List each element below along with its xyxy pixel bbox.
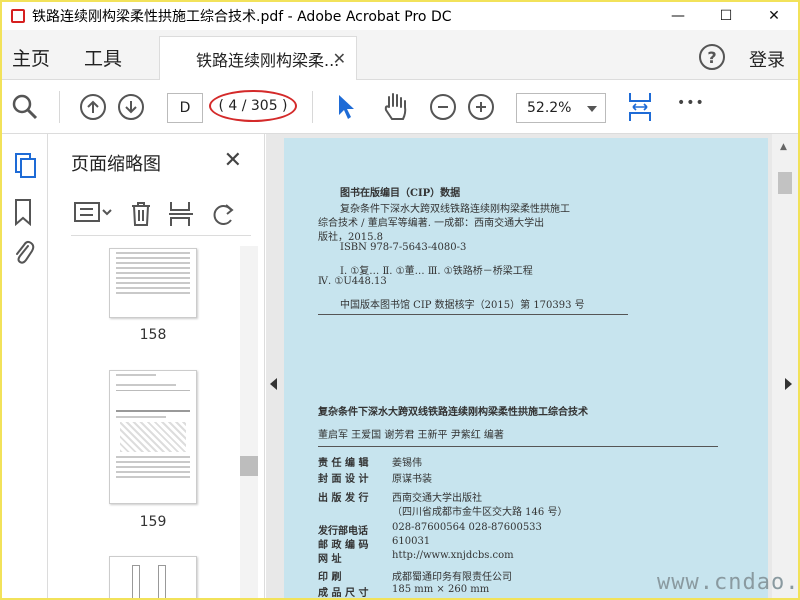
thumbnail-scroll-thumb[interactable] [240,456,258,476]
document-scroll-thumb[interactable] [778,172,792,194]
credit-value: 原谋书装 [392,474,432,485]
chevron-down-icon [587,106,597,112]
credit-label: 邮 政 编 码 [318,540,369,551]
thumbnail-page-number: 158 [139,327,167,343]
cip-line: Ⅳ. ①U448.13 [318,276,387,287]
menu-home[interactable]: 主页 [12,44,50,71]
credit-value: 成都蜀通印务有限责任公司 [392,572,512,583]
close-button[interactable]: ✕ [750,2,798,30]
tab-document[interactable]: 铁路连续刚构梁柔... ✕ [159,36,357,80]
cip-line: 复杂条件下深水大跨双线铁路连续刚构梁柔性拱施工 [340,204,570,215]
maximize-button[interactable]: ☐ [702,2,750,30]
delete-icon[interactable] [129,200,153,232]
minimize-button[interactable]: — [654,2,702,30]
acrobat-app-icon [10,8,26,24]
document-page: 图书在版编目（CIP）数据 复杂条件下深水大跨双线铁路连续刚构梁柔性拱施工 综合… [284,138,768,599]
zoom-out-icon[interactable] [430,94,456,120]
collapse-right-icon[interactable] [785,378,792,390]
credit-value: 028-87600564 028-87600533 [392,522,542,533]
help-icon[interactable]: ? [699,44,725,70]
credit-value: （四川省成都市金牛区交大路 146 号） [392,507,568,518]
document-scrollbar[interactable]: ▲ [772,134,798,598]
page-count: ( 4 / 305 ) [209,90,297,122]
search-icon[interactable] [12,94,38,124]
attachment-icon[interactable] [12,238,36,270]
thumbnail-options-icon[interactable] [73,200,113,230]
watermark: www.cndao.com [657,570,800,595]
cip-line: ISBN 978-7-5643-4080-3 [340,242,467,253]
select-cursor-icon[interactable] [336,93,358,125]
zoom-select[interactable]: 52.2% [516,93,606,123]
page-thumbnail[interactable] [109,556,197,598]
thumbnail-panel: 页面缩略图 ✕ 158 159 [49,134,265,598]
zoom-value: 52.2% [527,100,572,116]
page-thumbnail[interactable] [109,370,197,504]
bookmark-icon[interactable] [12,198,34,230]
toolbar: D ( 4 / 305 ) 52.2% ••• [2,81,798,134]
credit-value: 185 mm × 260 mm [392,584,490,595]
credit-value: 姜锡伟 [392,458,422,469]
page-number-input[interactable]: D [167,93,203,123]
collapse-left-icon[interactable] [270,378,277,390]
menu-bar: 主页 工具 铁路连续刚构梁柔... ✕ ? 登录 [2,30,798,80]
tab-document-label: 铁路连续刚构梁柔... [196,50,340,70]
credit-label: 成 品 尺 寸 [318,588,369,599]
login-button[interactable]: 登录 [749,46,785,72]
more-options-icon[interactable]: ••• [677,95,705,111]
panel-toolbar [71,196,251,236]
credit-label: 出 版 发 行 [318,493,369,504]
acrobat-window: 铁路连续刚构梁柔性拱施工综合技术.pdf - Adobe Acrobat Pro… [0,0,800,600]
panel-title: 页面缩略图 [71,154,161,175]
thumbnail-page-number: 159 [139,514,167,530]
credit-value: 西南交通大学出版社 [392,493,482,504]
credit-label: 发行部电话 [318,526,368,537]
credit-label: 印 刷 [318,572,342,583]
menu-tools[interactable]: 工具 [84,44,122,71]
divider [318,314,628,315]
left-rail [2,134,48,598]
cip-line: 综合技术 / 董启军等编著. 一成都：西南交通大学出 [318,218,545,229]
credit-value: http://www.xnjdcbs.com [392,550,514,561]
thumbnail-scrollbar[interactable] [240,246,258,598]
toolbar-separator [312,91,313,123]
scroll-up-icon[interactable]: ▲ [780,142,787,152]
zoom-in-icon[interactable] [468,94,494,120]
credit-label: 封 面 设 计 [318,474,369,485]
book-title: 复杂条件下深水大跨双线铁路连续刚构梁柔性拱施工综合技术 [318,407,588,418]
toolbar-separator [59,91,60,123]
previous-page-icon[interactable] [80,94,106,120]
cip-heading: 图书在版编目（CIP）数据 [340,188,461,199]
page-thumbnail[interactable] [109,248,197,318]
credit-label: 责 任 编 辑 [318,458,369,469]
tab-close-icon[interactable]: ✕ [333,49,346,68]
next-page-icon[interactable] [118,94,144,120]
insert-page-icon[interactable] [167,200,195,232]
credit-label: 网 址 [318,554,342,565]
panel-close-icon[interactable]: ✕ [224,148,242,173]
window-title: 铁路连续刚构梁柔性拱施工综合技术.pdf - Adobe Acrobat Pro… [32,9,452,25]
page-thumbnails-icon[interactable] [12,152,38,184]
title-bar: 铁路连续刚构梁柔性拱施工综合技术.pdf - Adobe Acrobat Pro… [2,2,798,30]
credit-value: 610031 [392,536,431,547]
document-view: 图书在版编目（CIP）数据 复杂条件下深水大跨双线铁路连续刚构梁柔性拱施工 综合… [266,134,798,599]
cip-number: 中国版本图书馆 CIP 数据核字（2015）第 170393 号 [340,300,585,311]
divider [318,446,718,447]
cip-line: 版社，2015.8 [318,232,383,243]
cip-line: Ⅰ. ①复… Ⅱ. ①董… Ⅲ. ①铁路桥－桥梁工程 [340,266,533,277]
hand-tool-icon[interactable] [381,91,411,127]
fit-page-icon[interactable] [627,91,653,127]
authors: 董启军 王爱国 谢芳君 王新平 尹紫红 编著 [318,430,504,441]
rotate-icon[interactable] [209,200,237,232]
